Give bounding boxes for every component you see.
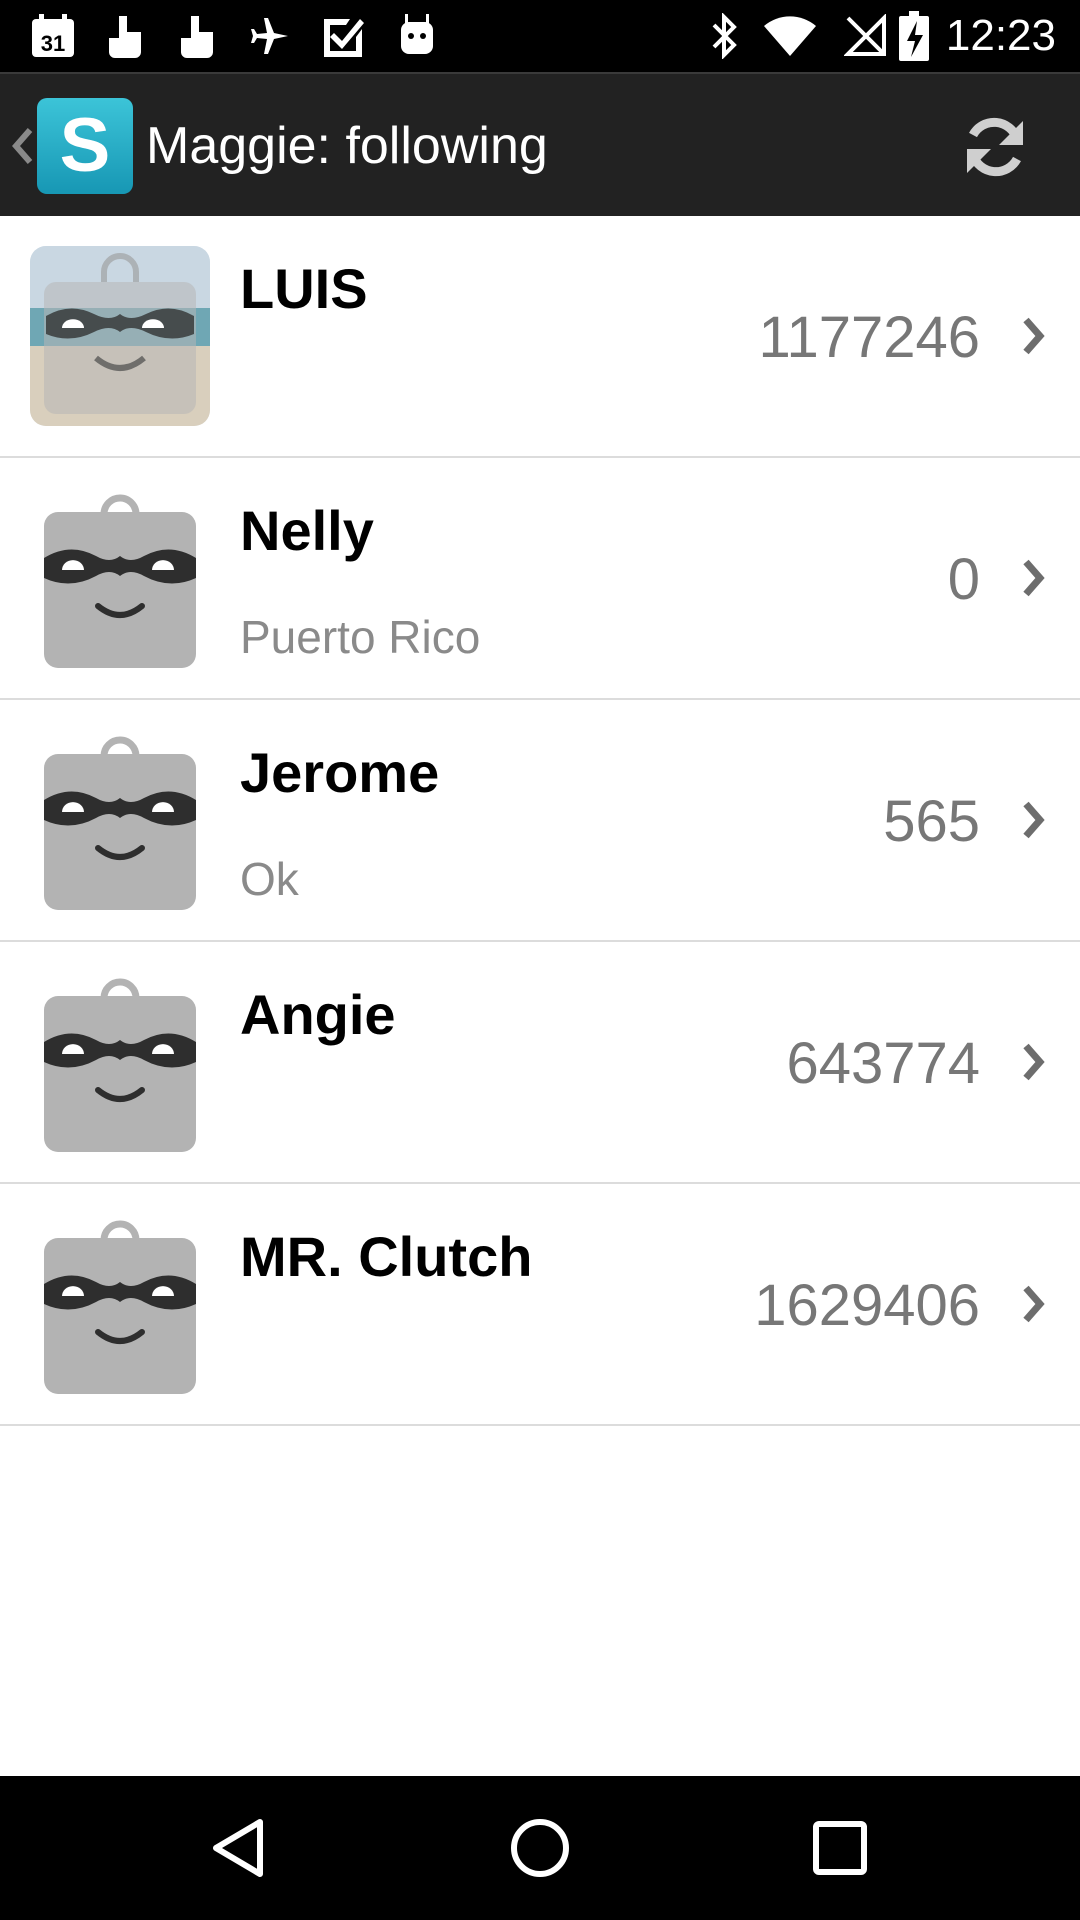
no-signal-icon xyxy=(842,12,890,60)
bluetooth-icon xyxy=(702,12,746,60)
recents-icon xyxy=(813,1821,867,1875)
chevron-right-icon xyxy=(1018,556,1048,605)
battery-charging-icon xyxy=(896,11,932,61)
navigation-bar xyxy=(0,1776,1080,1920)
hand-pointer-icon xyxy=(172,12,222,60)
refresh-icon xyxy=(967,117,1023,177)
calendar-day: 31 xyxy=(41,31,65,56)
avatar-default xyxy=(30,972,210,1152)
following-list: LUIS 1177246 Nelly Puerto Rico 0 Jerome … xyxy=(0,216,1080,1426)
item-count: 1629406 xyxy=(754,1273,980,1338)
item-subtitle: Ok xyxy=(240,853,299,905)
back-caret-icon[interactable] xyxy=(10,116,34,181)
android-robot-icon xyxy=(392,12,442,60)
app-logo-letter: S xyxy=(59,103,111,188)
airplane-icon xyxy=(248,12,292,60)
action-bar: S Maggie: following xyxy=(0,72,1080,216)
hand-pointer-icon xyxy=(100,12,150,60)
list-item[interactable]: Angie 643774 xyxy=(0,942,1080,1184)
home-button[interactable] xyxy=(480,1798,600,1898)
status-bar: 31 12:23 xyxy=(0,0,1080,72)
avatar-default xyxy=(30,1214,210,1394)
refresh-button[interactable] xyxy=(950,104,1040,190)
app-logo[interactable]: S xyxy=(37,98,133,194)
list-item[interactable]: Jerome Ok 565 xyxy=(0,700,1080,942)
avatar-default xyxy=(30,488,210,668)
status-time: 12:23 xyxy=(945,11,1056,60)
avatar-photo xyxy=(30,246,210,426)
item-count: 643774 xyxy=(786,1031,980,1096)
list-item[interactable]: LUIS 1177246 xyxy=(0,216,1080,458)
item-name: Nelly xyxy=(240,499,374,562)
back-icon xyxy=(213,1819,263,1877)
chevron-right-icon xyxy=(1018,314,1048,363)
page-title: Maggie: following xyxy=(146,117,548,175)
recents-button[interactable] xyxy=(780,1798,900,1898)
checkbox-icon xyxy=(318,12,368,60)
chevron-right-icon xyxy=(1018,798,1048,847)
item-name: Jerome xyxy=(240,741,440,804)
item-count: 1177246 xyxy=(758,305,981,370)
item-subtitle: Puerto Rico xyxy=(240,611,481,663)
item-name: MR. Clutch xyxy=(240,1225,533,1288)
wifi-icon xyxy=(760,12,820,60)
list-item[interactable]: MR. Clutch 1629406 xyxy=(0,1184,1080,1426)
back-button[interactable] xyxy=(180,1798,300,1898)
chevron-right-icon xyxy=(1018,1040,1048,1089)
calendar-icon: 31 xyxy=(28,12,78,60)
item-count: 565 xyxy=(883,789,980,854)
item-name: LUIS xyxy=(240,257,368,320)
item-count: 0 xyxy=(947,547,980,612)
chevron-right-icon xyxy=(1018,1282,1048,1331)
home-icon xyxy=(511,1819,569,1877)
item-name: Angie xyxy=(240,983,396,1046)
list-item[interactable]: Nelly Puerto Rico 0 xyxy=(0,458,1080,700)
avatar-default xyxy=(30,730,210,910)
